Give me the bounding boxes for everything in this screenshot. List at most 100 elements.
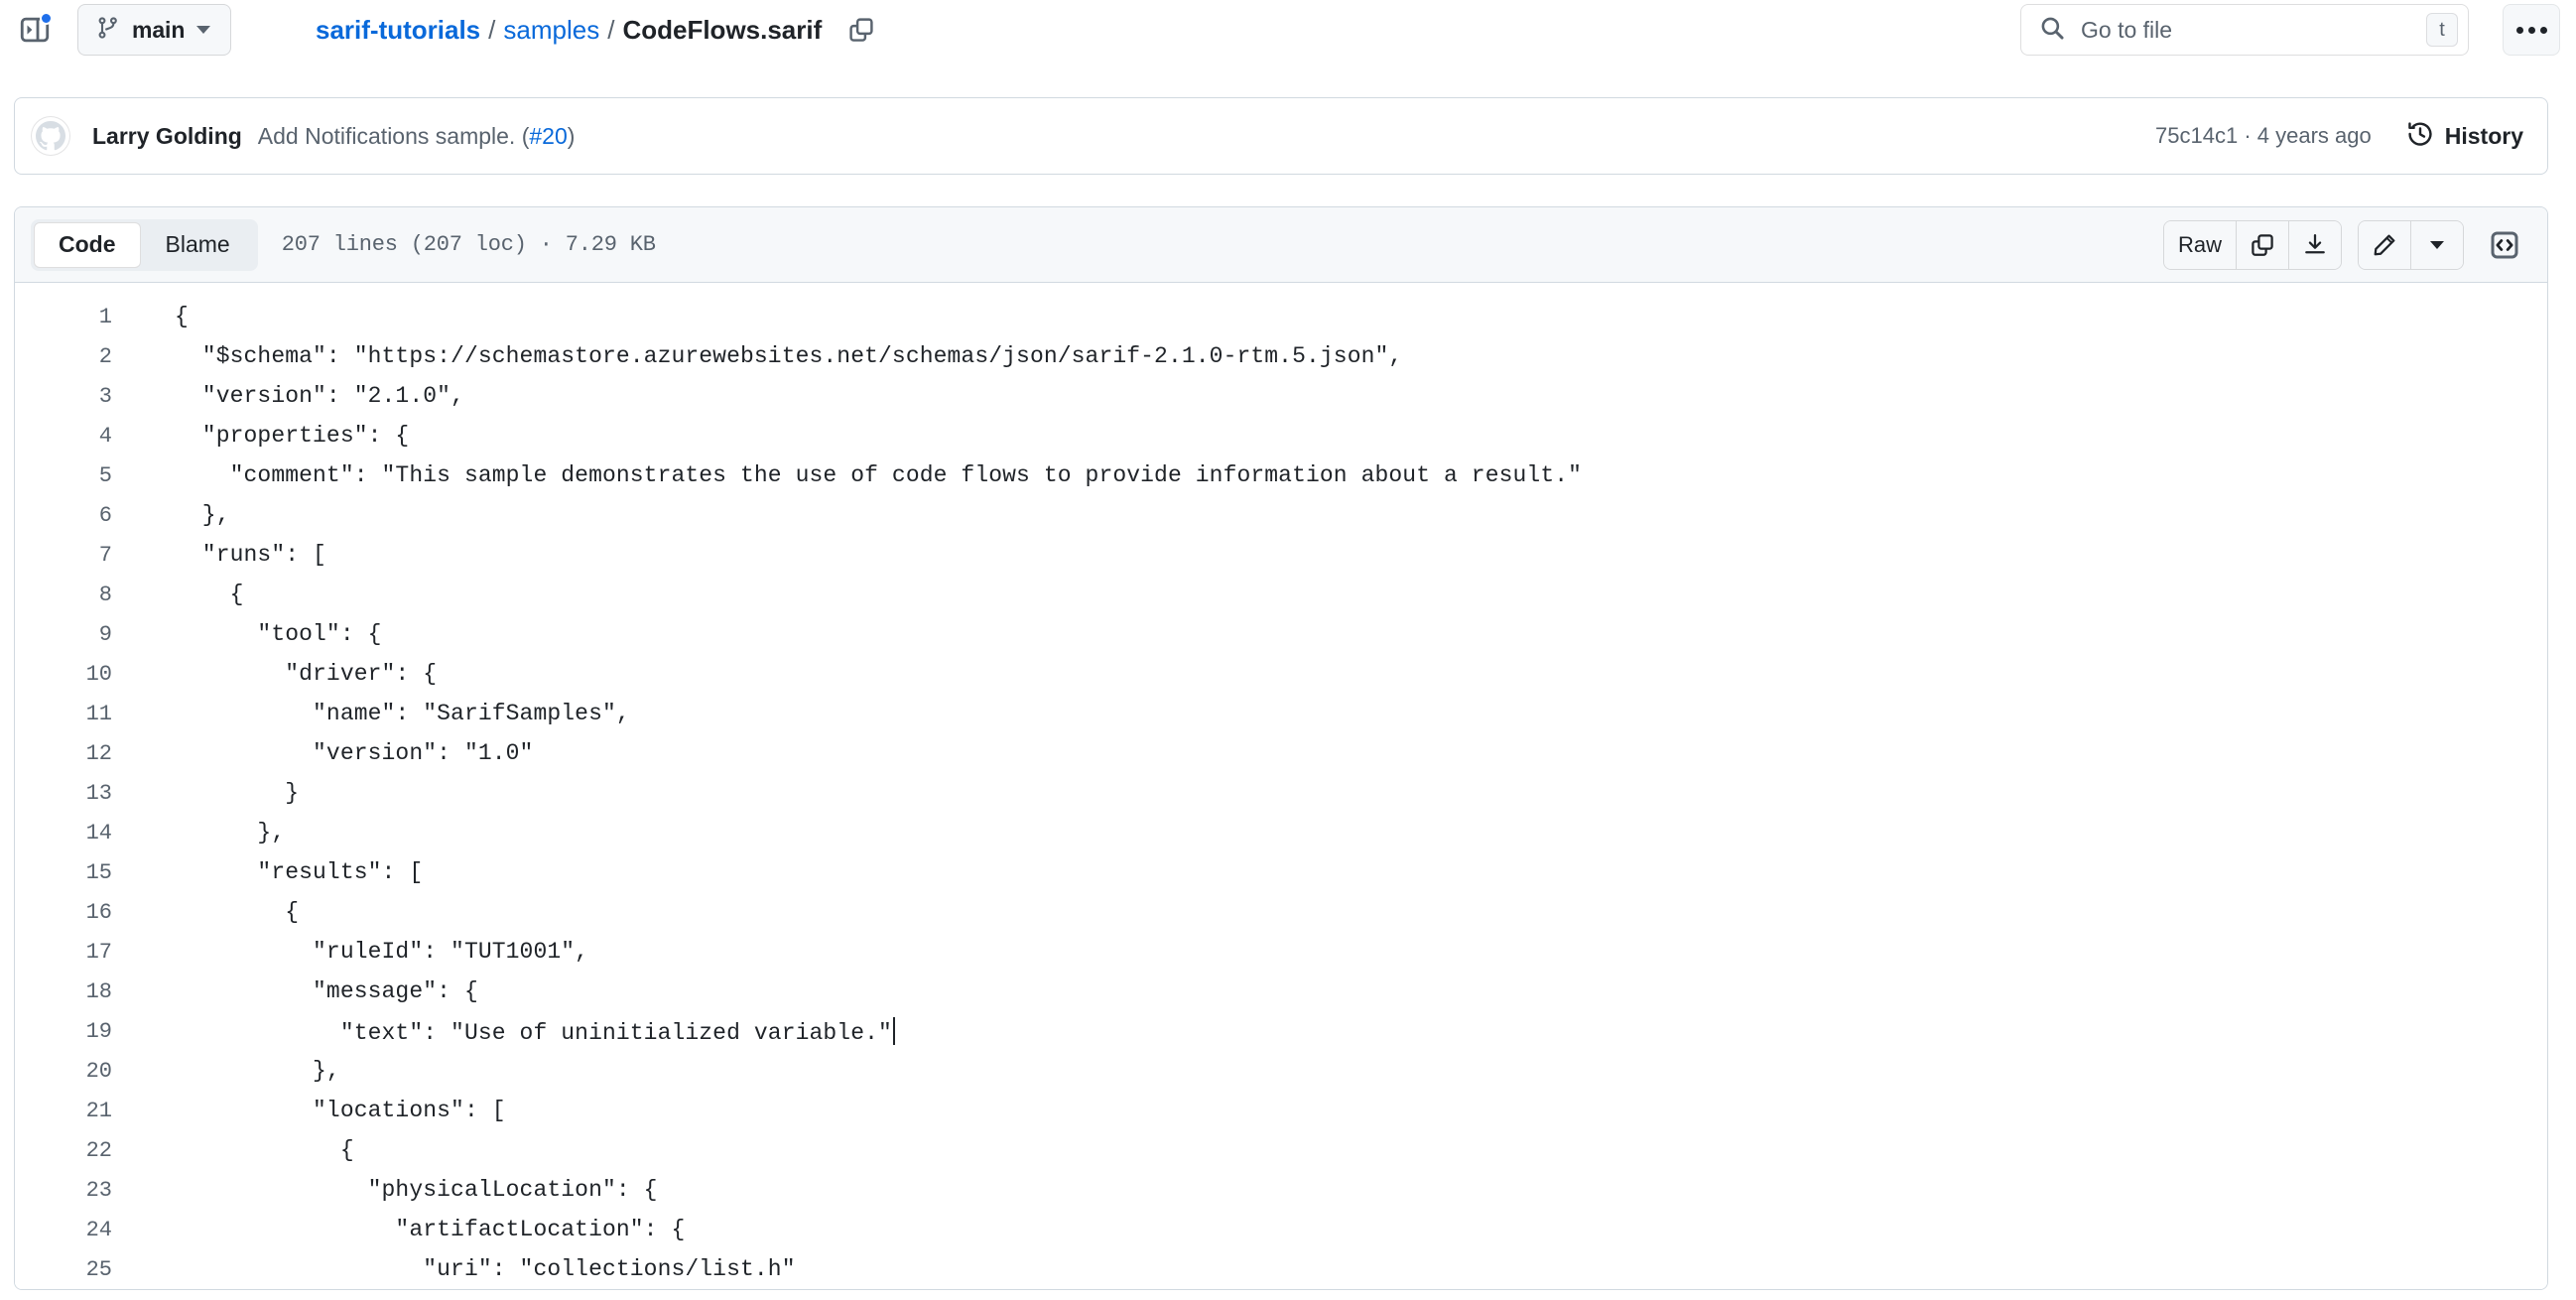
line-number[interactable]: 19 xyxy=(15,1019,112,1044)
latest-commit-bar: Larry Golding Add Notifications sample. … xyxy=(14,97,2548,175)
line-content[interactable]: "name": "SarifSamples", xyxy=(175,702,630,725)
line-content[interactable]: "message": { xyxy=(175,979,478,1003)
dot xyxy=(2527,26,2535,34)
code-brackets-icon[interactable] xyxy=(2480,221,2529,269)
code-line-row: 17 "ruleId": "TUT1001", xyxy=(15,932,2547,972)
line-number[interactable]: 17 xyxy=(15,940,112,965)
line-content[interactable]: }, xyxy=(175,503,230,527)
commit-message-text: Add Notifications sample. ( xyxy=(257,122,530,149)
breadcrumb-folder-link[interactable]: samples xyxy=(503,15,599,46)
line-number[interactable]: 1 xyxy=(15,305,112,329)
file-toolbar: Code Blame 207 lines (207 loc) · 7.29 KB… xyxy=(15,207,2547,283)
search-shortcut-key: t xyxy=(2426,13,2458,47)
line-content[interactable]: "driver": { xyxy=(175,662,437,686)
line-number[interactable]: 7 xyxy=(15,543,112,568)
code-line-row: 6 }, xyxy=(15,495,2547,535)
line-number[interactable]: 14 xyxy=(15,821,112,845)
go-to-file-search[interactable]: Go to file t xyxy=(2020,4,2469,56)
file-viewer: Code Blame 207 lines (207 loc) · 7.29 KB… xyxy=(14,206,2548,1290)
pencil-edit-icon[interactable] xyxy=(2359,220,2411,269)
code-lines[interactable]: 1 {2 "$schema": "https://schemastore.azur… xyxy=(15,283,2547,1289)
code-line-row: 5 "comment": "This sample demonstrates t… xyxy=(15,455,2547,495)
code-line-row: 2 "$schema": "https://schemastore.azurew… xyxy=(15,336,2547,376)
commit-author-name[interactable]: Larry Golding xyxy=(92,123,242,150)
line-content[interactable]: { xyxy=(175,900,299,924)
line-number[interactable]: 24 xyxy=(15,1218,112,1242)
git-branch-icon xyxy=(96,16,120,45)
line-number[interactable]: 6 xyxy=(15,503,112,528)
history-clock-icon xyxy=(2407,121,2433,152)
line-content[interactable]: } xyxy=(175,781,299,805)
commit-pr-link[interactable]: #20 xyxy=(529,123,567,149)
line-content[interactable]: "tool": { xyxy=(175,622,382,646)
line-content[interactable]: "version": "2.1.0", xyxy=(175,384,464,408)
line-content[interactable]: "runs": [ xyxy=(175,543,326,567)
line-content[interactable]: "$schema": "https://schemastore.azureweb… xyxy=(175,344,1402,368)
file-content-container: Larry Golding Add Notifications sample. … xyxy=(14,97,2548,1290)
line-number[interactable]: 23 xyxy=(15,1178,112,1203)
tab-code[interactable]: Code xyxy=(34,221,141,268)
code-line-row: 13 } xyxy=(15,773,2547,813)
line-number[interactable]: 15 xyxy=(15,860,112,885)
commit-message-tail: ) xyxy=(567,122,576,149)
code-blame-toggle: Code Blame xyxy=(31,218,258,271)
line-number[interactable]: 21 xyxy=(15,1099,112,1123)
download-icon[interactable] xyxy=(2289,220,2341,269)
raw-button[interactable]: Raw xyxy=(2163,220,2237,269)
line-number[interactable]: 8 xyxy=(15,583,112,607)
dot xyxy=(2539,26,2547,34)
edit-group xyxy=(2358,219,2464,270)
line-content[interactable]: "properties": { xyxy=(175,424,409,448)
line-content[interactable]: "ruleId": "TUT1001", xyxy=(175,940,588,964)
line-number[interactable]: 12 xyxy=(15,741,112,766)
line-number[interactable]: 25 xyxy=(15,1257,112,1282)
file-stats-label: 207 lines (207 loc) · 7.29 KB xyxy=(281,232,656,257)
branch-selector-button[interactable]: main xyxy=(77,4,232,56)
copy-path-icon[interactable] xyxy=(841,10,881,50)
line-number[interactable]: 4 xyxy=(15,424,112,449)
line-number[interactable]: 10 xyxy=(15,662,112,687)
line-content[interactable]: }, xyxy=(175,821,285,845)
line-number[interactable]: 13 xyxy=(15,781,112,806)
line-content[interactable]: "locations": [ xyxy=(175,1099,506,1122)
line-number[interactable]: 22 xyxy=(15,1138,112,1163)
breadcrumb-repo-link[interactable]: sarif-tutorials xyxy=(316,15,480,46)
github-mark-avatar[interactable] xyxy=(31,116,70,156)
line-content[interactable]: }, xyxy=(175,1059,340,1083)
line-number[interactable]: 11 xyxy=(15,702,112,726)
code-line-row: 4 "properties": { xyxy=(15,416,2547,455)
code-line-row: 3 "version": "2.1.0", xyxy=(15,376,2547,416)
code-line-row: 22 { xyxy=(15,1130,2547,1170)
line-number[interactable]: 3 xyxy=(15,384,112,409)
code-line-row: 12 "version": "1.0" xyxy=(15,733,2547,773)
line-number[interactable]: 20 xyxy=(15,1059,112,1084)
code-line-row: 20 }, xyxy=(15,1051,2547,1091)
line-number[interactable]: 16 xyxy=(15,900,112,925)
line-content[interactable]: "uri": "collections/list.h" xyxy=(175,1257,796,1281)
edit-dropdown-chevron-down-icon[interactable] xyxy=(2411,220,2463,269)
line-content[interactable]: "results": [ xyxy=(175,860,423,884)
copy-raw-icon[interactable] xyxy=(2237,220,2289,269)
line-content[interactable]: { xyxy=(175,1138,354,1162)
history-button[interactable]: History xyxy=(2407,121,2523,152)
line-content[interactable]: "comment": "This sample demonstrates the… xyxy=(175,463,1582,487)
line-content[interactable]: "artifactLocation": { xyxy=(175,1218,685,1241)
line-number[interactable]: 2 xyxy=(15,344,112,369)
line-number[interactable]: 5 xyxy=(15,463,112,488)
commit-message[interactable]: Add Notifications sample. (#20) xyxy=(258,123,576,150)
line-content[interactable]: "version": "1.0" xyxy=(175,741,533,765)
code-line-row: 19 "text": "Use of uninitialized variabl… xyxy=(15,1011,2547,1051)
line-content[interactable]: "physicalLocation": { xyxy=(175,1178,658,1202)
kebab-horizontal-icon[interactable] xyxy=(2503,4,2560,56)
line-content[interactable]: { xyxy=(175,305,189,328)
line-number[interactable]: 18 xyxy=(15,979,112,1004)
code-line-row: 10 "driver": { xyxy=(15,654,2547,694)
line-number[interactable]: 9 xyxy=(15,622,112,647)
chevron-down-icon xyxy=(196,26,211,34)
tab-blame[interactable]: Blame xyxy=(141,222,255,268)
sidebar-expand-icon[interactable] xyxy=(14,9,56,51)
code-line-row: 8 { xyxy=(15,575,2547,614)
commit-sha-and-date[interactable]: 75c14c1 · 4 years ago xyxy=(2155,123,2372,149)
line-content[interactable]: { xyxy=(175,583,244,606)
line-content[interactable]: "text": "Use of uninitialized variable." xyxy=(175,1017,895,1045)
